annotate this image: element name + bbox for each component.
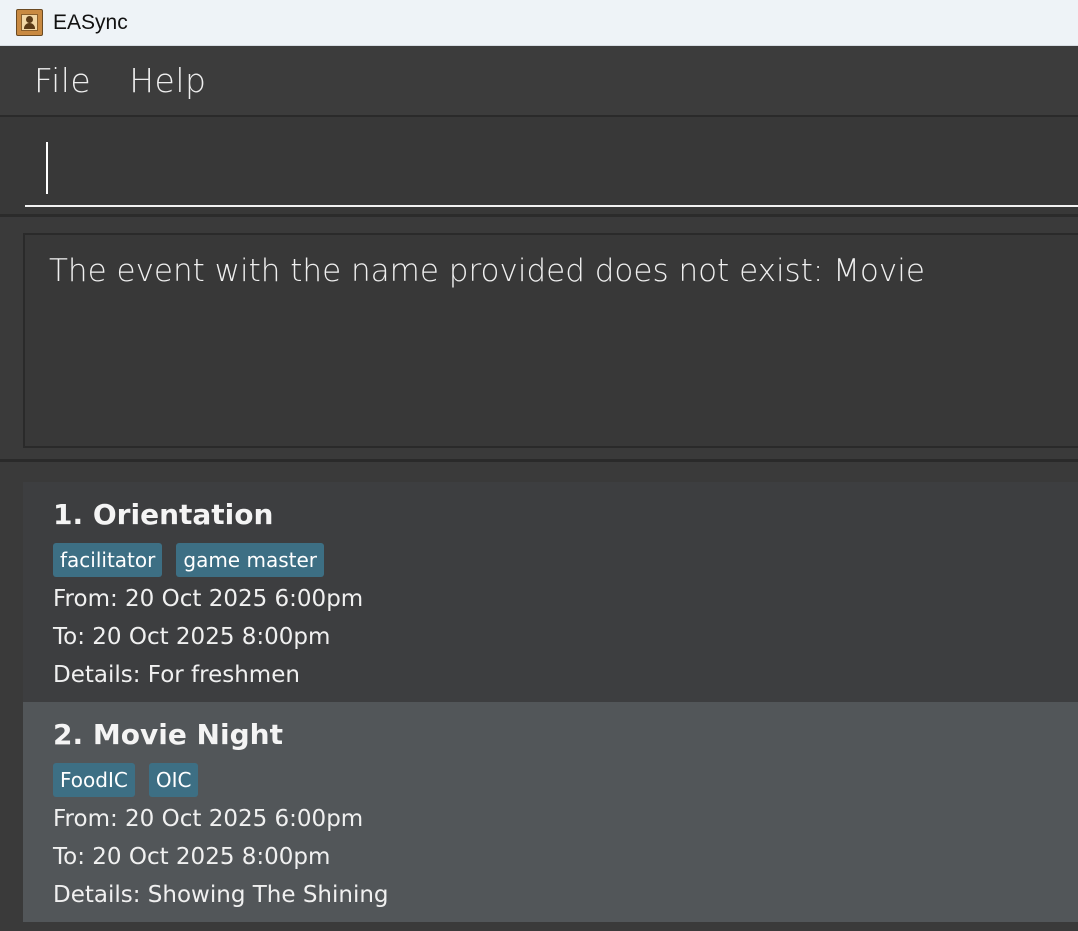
- event-card[interactable]: 1. Orientation facilitator game master F…: [23, 482, 1078, 702]
- command-box-area: [0, 117, 1078, 217]
- text-caret: [46, 142, 48, 194]
- event-from: From: 20 Oct 2025 6:00pm: [53, 806, 364, 832]
- result-display-area: The event with the name provided does no…: [0, 220, 1078, 462]
- event-to: To: 20 Oct 2025 8:00pm: [53, 844, 331, 870]
- menu-help[interactable]: Help: [129, 61, 206, 100]
- result-message: The event with the name provided does no…: [49, 253, 925, 289]
- event-card-selected[interactable]: 2. Movie Night FoodIC OIC From: 20 Oct 2…: [23, 702, 1078, 922]
- title-bar: EASync: [0, 0, 1078, 46]
- tag: facilitator: [53, 543, 163, 577]
- tag: OIC: [148, 763, 199, 797]
- event-details: Details: For freshmen: [53, 662, 300, 688]
- command-input[interactable]: [25, 139, 1078, 207]
- window-title: EASync: [53, 10, 128, 34]
- event-tags: facilitator game master: [53, 543, 324, 577]
- event-tags: FoodIC OIC: [53, 763, 199, 797]
- tag: game master: [176, 543, 324, 577]
- event-title: 1. Orientation: [53, 498, 274, 531]
- address-book-icon: [16, 9, 43, 36]
- event-details: Details: Showing The Shining: [53, 882, 389, 908]
- tag: FoodIC: [53, 763, 135, 797]
- result-display-box: The event with the name provided does no…: [23, 233, 1078, 448]
- event-list[interactable]: 1. Orientation facilitator game master F…: [0, 462, 1078, 931]
- menu-bar: File Help: [0, 46, 1078, 117]
- menu-file[interactable]: File: [34, 61, 91, 100]
- event-to: To: 20 Oct 2025 8:00pm: [53, 624, 331, 650]
- event-title: 2. Movie Night: [53, 718, 283, 751]
- event-from: From: 20 Oct 2025 6:00pm: [53, 586, 364, 612]
